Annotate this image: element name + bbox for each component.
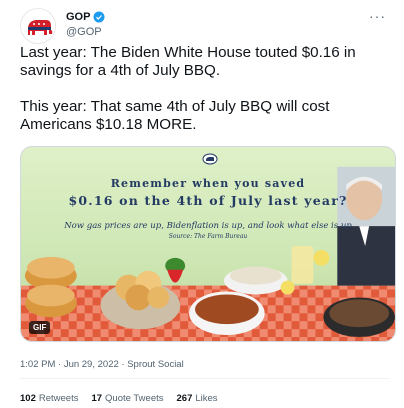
gif-badge: GIF — [29, 321, 51, 334]
user-handle[interactable]: @GOP — [66, 26, 102, 38]
skillet-image — [323, 297, 395, 338]
likes-label: Likes — [195, 393, 218, 404]
retweets-stat[interactable]: 102 Retweets — [20, 393, 78, 404]
likes-stat[interactable]: 267 Likes — [177, 393, 218, 404]
tweet-media[interactable]: Remember when you saved $0.16 on the 4th… — [20, 146, 396, 342]
tweet-text: Last year: The Biden White House touted … — [20, 44, 356, 133]
retweets-label: Retweets — [38, 393, 79, 404]
quote-tweets-label: Quote Tweets — [105, 393, 164, 404]
verified-badge-icon — [93, 11, 105, 23]
quote-tweets-count: 17 — [91, 393, 103, 404]
tweet-header: GOP @GOP ··· — [20, 8, 390, 48]
gop-seal-icon — [202, 153, 218, 165]
name-row: GOP — [66, 11, 105, 23]
display-name[interactable]: GOP — [66, 11, 90, 23]
rolls-bowl-image — [100, 270, 181, 330]
media-source: Source: The Farm Bureau — [168, 233, 248, 240]
divider — [20, 378, 390, 379]
quote-tweets-stat[interactable]: 17 Quote Tweets — [91, 393, 163, 404]
avatar[interactable] — [20, 8, 56, 44]
strawberry-image — [165, 257, 186, 283]
media-subline: Now gas prices are up, Bidenflation is u… — [64, 221, 352, 231]
salad-image — [223, 266, 288, 295]
more-icon[interactable]: ··· — [369, 8, 386, 24]
media-headline-line2: $0.16 on the 4th of July last year? — [68, 193, 348, 208]
tweet-stats: 102 Retweets 17 Quote Tweets 267 Likes — [20, 393, 231, 404]
tweet-timestamp[interactable]: 1:02 PM · Jun 29, 2022 · Sprout Social — [20, 359, 184, 370]
beans-image — [189, 291, 265, 336]
gop-elephant-logo-icon — [21, 9, 55, 43]
retweets-count: 102 — [20, 393, 36, 404]
likes-count: 267 — [176, 393, 193, 404]
media-headline-line1: Remember when you saved — [110, 177, 306, 190]
